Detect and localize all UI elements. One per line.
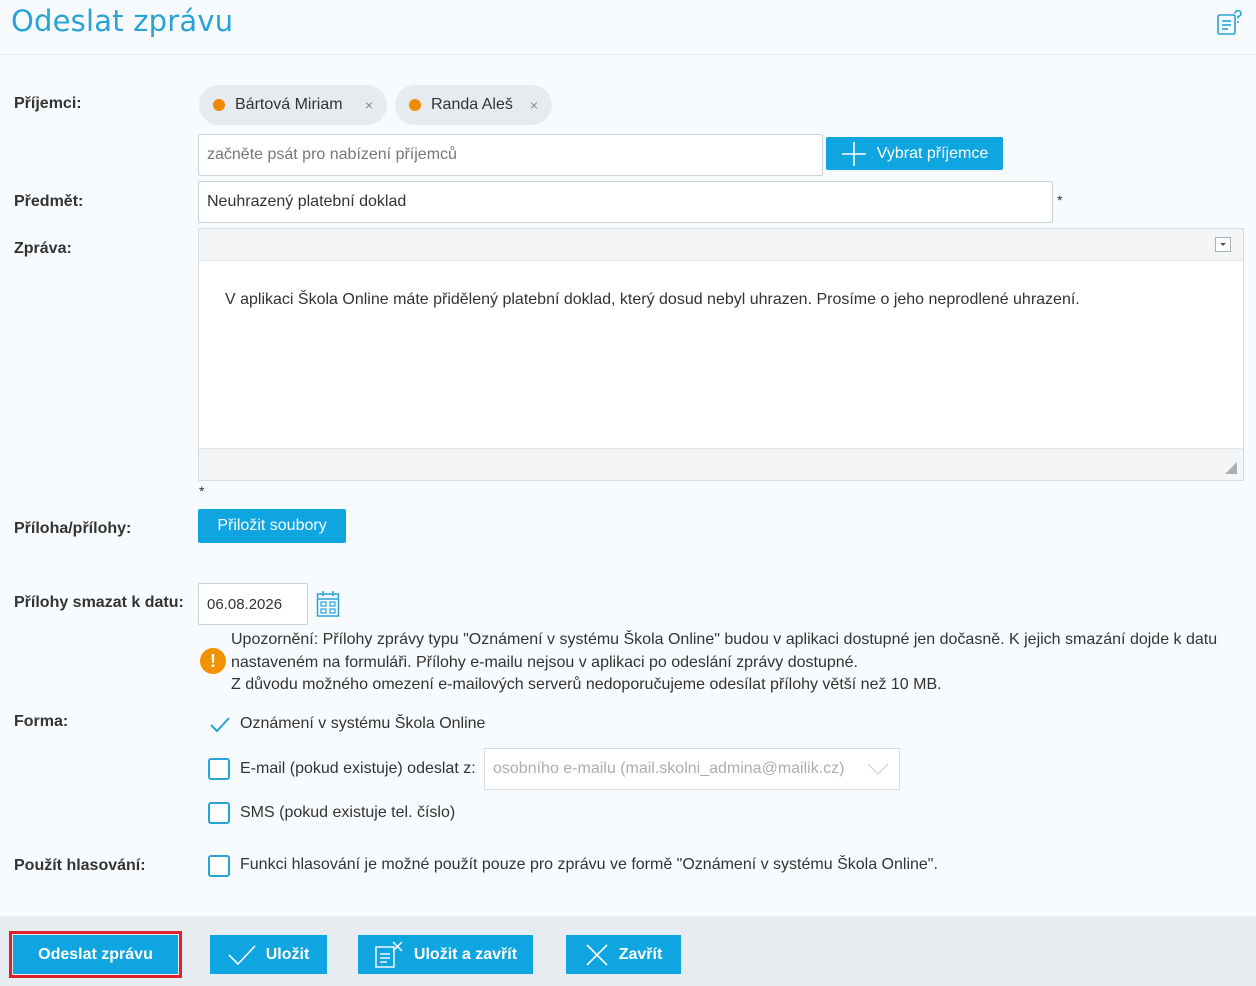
help-list-icon[interactable] (1216, 10, 1242, 36)
send-message-button[interactable]: Odeslat zprávu (13, 935, 178, 974)
save-close-button[interactable]: Uložit a zavřít (358, 935, 533, 974)
warning-text: Upozornění: Přílohy zprávy typu "Oznámen… (231, 629, 1247, 697)
check-icon (228, 944, 256, 965)
warning-line: Upozornění: Přílohy zprávy typu "Oznámen… (231, 631, 1218, 671)
checkmark-icon[interactable] (209, 716, 231, 734)
voting-text: Funkci hlasování je možné použít pouze p… (240, 856, 938, 873)
option-email-label: E-mail (pokud existuje) odeslat z: (240, 760, 476, 777)
status-dot (213, 99, 225, 111)
required-mark: * (199, 483, 205, 499)
subject-input[interactable]: Neuhrazený platební doklad (198, 181, 1053, 223)
warning-line: Z důvodu možného omezení e-mailových ser… (231, 676, 942, 693)
chevron-down-icon (1220, 243, 1226, 246)
resize-grip-icon[interactable] (1225, 462, 1237, 474)
plus-icon (841, 141, 866, 166)
voting-checkbox[interactable] (208, 855, 230, 877)
option-system-label: Oznámení v systému Škola Online (240, 715, 486, 732)
close-icon (586, 943, 608, 966)
delete-date-input[interactable]: 06.08.2026 (198, 583, 308, 625)
editor-statusbar (199, 448, 1243, 480)
message-label: Zpráva: (14, 240, 72, 257)
email-from-select[interactable]: osobního e-mailu (mail.skolni_admina@mai… (484, 748, 900, 790)
recipient-name: Bártová Miriam (235, 96, 343, 113)
close-label: Zavřít (618, 945, 663, 963)
recipient-chip[interactable]: Randa Aleš × (395, 85, 552, 125)
page-title: Odeslat zprávu (11, 4, 234, 38)
sms-checkbox[interactable] (208, 802, 230, 824)
form-label: Forma: (14, 713, 69, 730)
recipient-chip[interactable]: Bártová Miriam × (199, 85, 387, 125)
message-editor[interactable]: V aplikaci Škola Online máte přidělený p… (198, 228, 1244, 481)
recipients-label: Příjemci: (14, 95, 82, 112)
attach-files-button[interactable]: Přiložit soubory (198, 509, 346, 543)
voting-label: Použít hlasování: (14, 857, 146, 874)
select-recipients-button[interactable]: Vybrat příjemce (826, 137, 1003, 170)
save-close-label: Uložit a zavřít (413, 945, 518, 963)
chevron-down-icon (867, 763, 889, 776)
required-mark: * (1057, 192, 1063, 208)
email-from-value: osobního e-mailu (mail.skolni_admina@mai… (493, 760, 845, 777)
editor-toolbar (199, 229, 1243, 261)
save-button[interactable]: Uložit (210, 935, 327, 974)
subject-label: Předmět: (14, 193, 84, 210)
calendar-icon[interactable] (316, 590, 340, 618)
attachments-label: Příloha/přílohy: (14, 520, 132, 537)
save-close-icon (375, 941, 403, 968)
recipient-search-input[interactable]: začněte psát pro nabízení příjemců (198, 134, 823, 176)
save-label: Uložit (265, 945, 310, 963)
remove-recipient-icon[interactable]: × (365, 97, 373, 113)
header: Odeslat zprávu (0, 0, 1256, 55)
close-button[interactable]: Zavřít (566, 935, 681, 974)
status-dot (409, 99, 421, 111)
remove-recipient-icon[interactable]: × (530, 97, 538, 113)
toolbar-dropdown[interactable] (1215, 237, 1231, 252)
delete-date-label: Přílohy smazat k datu: (14, 594, 184, 611)
warning-icon: ! (200, 648, 226, 674)
email-checkbox[interactable] (208, 758, 230, 780)
message-body[interactable]: V aplikaci Škola Online máte přidělený p… (225, 291, 1080, 309)
option-sms-label: SMS (pokud existuje tel. číslo) (240, 804, 456, 821)
recipient-name: Randa Aleš (431, 96, 513, 113)
select-recipients-label: Vybrat příjemce (876, 144, 989, 162)
